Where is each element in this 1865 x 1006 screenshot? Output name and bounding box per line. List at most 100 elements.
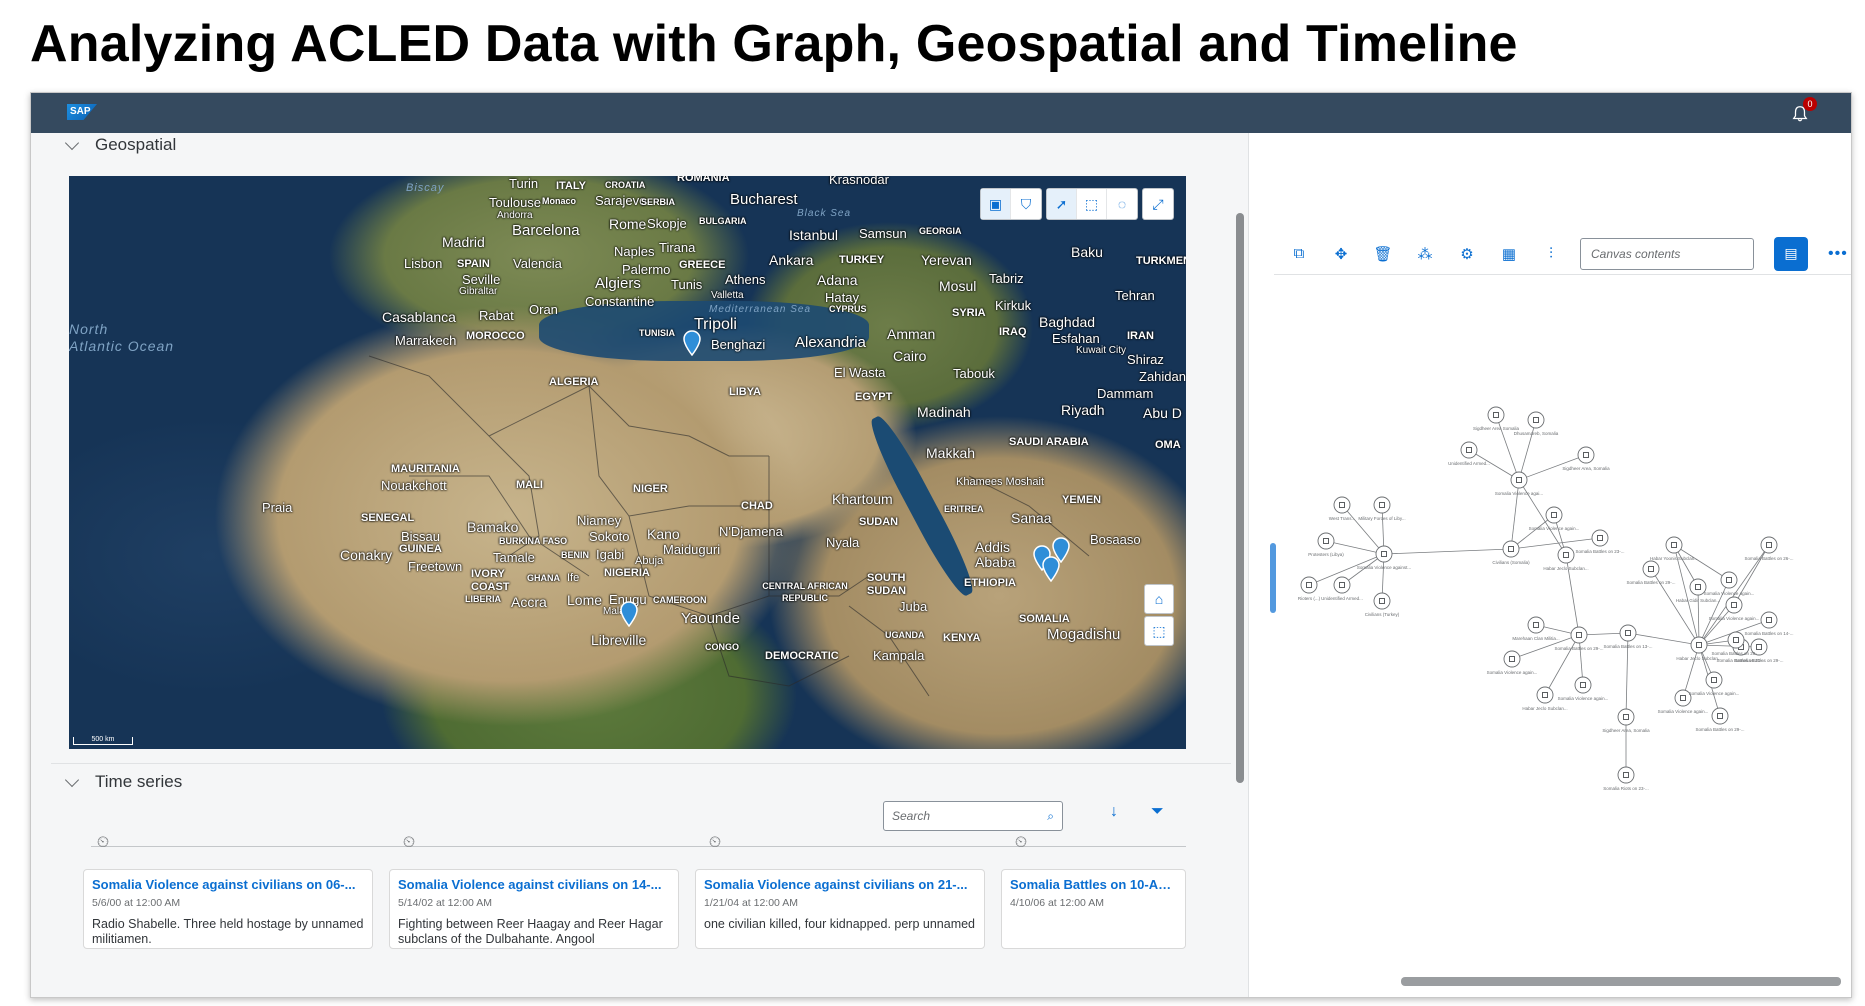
map-label: BENIN [561, 550, 590, 560]
map-label: Hatay [825, 290, 859, 305]
graph-node[interactable] [1460, 441, 1478, 459]
map-label: Alexandria [795, 334, 866, 351]
map-label: SAUDI ARABIA [1009, 436, 1089, 448]
map-label: UGANDA [885, 630, 925, 640]
canvas-contents-input[interactable]: Canvas contents [1580, 237, 1754, 270]
graph-node[interactable] [1333, 576, 1351, 594]
card-text: one civilian killed, four kidnapped. per… [704, 917, 976, 931]
graph-node[interactable] [1487, 406, 1505, 424]
section-divider [51, 763, 1231, 764]
home-icon[interactable]: ⌂ [1144, 584, 1174, 614]
graph-node[interactable] [1720, 571, 1738, 589]
timeseries-section-header[interactable]: Time series [64, 772, 183, 792]
graph-node[interactable] [1617, 766, 1635, 784]
rectangle-select-icon[interactable]: ⬚ [1077, 189, 1107, 219]
timeline-card[interactable]: Somalia Violence against civilians on 21… [695, 869, 985, 949]
legend-icon[interactable]: ▣ [981, 189, 1011, 219]
map-label: ROMANIA [677, 176, 730, 184]
copy-icon[interactable]: ⧉ [1288, 245, 1310, 262]
graph-canvas[interactable]: Sigdheer Area SomaliaDhusamareb, Somalia… [1274, 275, 1852, 985]
map-label: EGYPT [855, 391, 893, 403]
graph-node-label: Civilians (Turkey) [1365, 612, 1400, 617]
overflow-icon[interactable]: ••• [1828, 245, 1848, 263]
graph-node[interactable] [1373, 592, 1391, 610]
graph-node[interactable] [1760, 611, 1778, 629]
map-label: Lisbon [404, 256, 443, 271]
card-title[interactable]: Somalia Battles on 10-April- [1010, 877, 1177, 892]
graph-node[interactable] [1527, 616, 1545, 634]
graph-node[interactable] [1557, 546, 1575, 564]
graph-node[interactable] [1373, 496, 1391, 514]
map-label: Nouakchott [381, 478, 447, 493]
map-toolbar: ▣ ⛉ ➚ ⬚ ◌ ⤢ [980, 188, 1174, 220]
details-panel-icon[interactable]: ▤ [1774, 236, 1808, 271]
chevron-down-icon[interactable] [64, 135, 80, 150]
map-pin-icon[interactable] [1041, 556, 1061, 582]
graph-node[interactable] [1705, 671, 1723, 689]
timeline-card[interactable]: Somalia Violence against civilians on 14… [389, 869, 679, 949]
graph-node[interactable] [1591, 529, 1609, 547]
layers-icon[interactable]: ⛉ [1011, 189, 1041, 219]
map-pin-icon[interactable] [682, 330, 702, 356]
horizontal-scrollbar[interactable] [1401, 977, 1841, 986]
graph-node[interactable] [1503, 650, 1521, 668]
layout-icon[interactable]: ⁂ [1414, 245, 1436, 263]
graph-node[interactable] [1617, 708, 1635, 726]
graph-node[interactable] [1317, 532, 1335, 550]
graph-node-label: Somalia Battles on 13-... [1603, 644, 1652, 649]
card-title[interactable]: Somalia Violence against civilians on 06… [92, 877, 364, 892]
timeseries-search-input[interactable]: Search ⌕ [883, 801, 1063, 831]
search-icon[interactable]: ⌕ [1047, 809, 1054, 824]
graph-node[interactable] [1570, 626, 1588, 644]
graph-node[interactable] [1545, 506, 1563, 524]
fullscreen-icon[interactable]: ⤢ [1143, 189, 1173, 219]
lasso-select-icon[interactable]: ◌ [1107, 189, 1137, 219]
geospatial-map[interactable]: Turin ITALY CROATIA ROMANIA Krasnodar Bi… [69, 176, 1186, 749]
graph-node[interactable] [1690, 636, 1708, 654]
graph-node[interactable] [1502, 540, 1520, 558]
map-pin-icon[interactable] [619, 601, 639, 627]
graph-node[interactable] [1333, 496, 1351, 514]
graph-edge [1733, 544, 1770, 606]
graph-node[interactable] [1665, 536, 1683, 554]
graph-node[interactable] [1536, 686, 1554, 704]
timeseries-label: Time series [95, 772, 183, 791]
graph-node-label: Somalia Battles on 26-... [1744, 556, 1793, 561]
graph-node-label: Rioters (...) [1298, 596, 1321, 601]
map-label: El Wasta [834, 365, 886, 380]
card-title[interactable]: Somalia Violence against civilians on 14… [398, 877, 670, 892]
graph-node[interactable] [1760, 536, 1778, 554]
map-label: Conakry [340, 547, 393, 563]
vertical-scrollbar[interactable] [1236, 213, 1244, 783]
sap-logo[interactable]: SAP [67, 104, 97, 120]
graph-node[interactable] [1375, 545, 1393, 563]
sort-descending-icon[interactable]: ↓ [1110, 803, 1118, 821]
map-label: Bamako [467, 519, 519, 535]
graph-node[interactable] [1711, 707, 1729, 725]
delete-icon[interactable]: 🗑 [1372, 245, 1394, 263]
filter-icon[interactable]: ⏷ [1151, 803, 1164, 821]
graph-node[interactable] [1642, 560, 1660, 578]
chevron-down-icon[interactable] [64, 772, 80, 787]
geospatial-section-header[interactable]: Geospatial [64, 135, 176, 155]
graph-node[interactable] [1527, 411, 1545, 429]
graph-node[interactable] [1574, 676, 1592, 694]
map-label: Tunis [671, 277, 703, 292]
zoom-extent-icon[interactable]: ⬚ [1144, 616, 1174, 646]
grid-icon[interactable]: ▦ [1498, 245, 1520, 263]
settings-icon[interactable]: ⚙ [1456, 245, 1478, 263]
graph-node[interactable] [1727, 631, 1745, 649]
select-icon[interactable]: ➚ [1047, 189, 1077, 219]
card-title[interactable]: Somalia Violence against civilians on 21… [704, 877, 976, 892]
graph-node[interactable] [1725, 596, 1743, 614]
graph-node-label: Somalia Battles on 28-... [1711, 651, 1760, 656]
move-icon[interactable]: ✥ [1330, 245, 1352, 263]
filter-settings-icon[interactable]: ⫶ [1540, 245, 1562, 262]
graph-node[interactable] [1619, 624, 1637, 642]
graph-node[interactable] [1510, 471, 1528, 489]
map-label: Sokoto [589, 529, 630, 544]
timeline-card[interactable]: Somalia Battles on 10-April- 4/10/06 at … [1001, 869, 1186, 949]
graph-node[interactable] [1577, 446, 1595, 464]
timeline-card[interactable]: Somalia Violence against civilians on 06… [83, 869, 373, 949]
graph-node[interactable] [1300, 576, 1318, 594]
